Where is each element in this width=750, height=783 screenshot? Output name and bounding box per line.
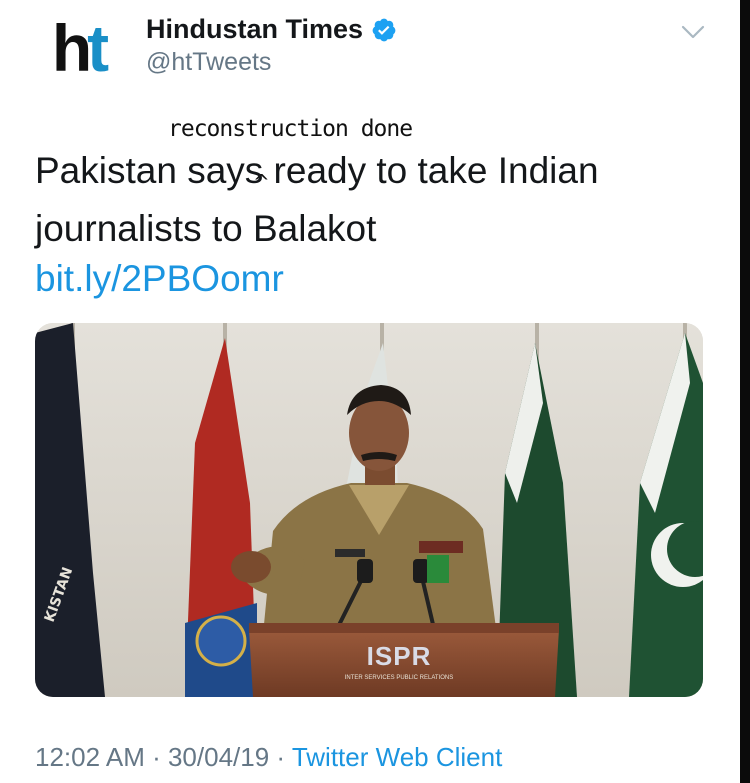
- podium-subtitle-text: INTER SERVICES PUBLIC RELATIONS: [345, 675, 453, 681]
- author-display-name[interactable]: Hindustan Times: [146, 14, 397, 45]
- chevron-down-icon[interactable]: [680, 22, 706, 42]
- author-name-text: Hindustan Times: [146, 14, 364, 44]
- tweet-link[interactable]: bit.ly/2PBOomr: [35, 258, 284, 300]
- podium-logo-text: ISPR: [367, 641, 432, 671]
- tweet-time[interactable]: 12:02 AM: [35, 742, 145, 772]
- window-edge: [740, 0, 750, 783]
- tweet-date[interactable]: 30/04/19: [168, 742, 269, 772]
- tweet-text: Pakistan says ready to take Indian journ…: [35, 150, 599, 249]
- tweet-photo[interactable]: KISTAN ISPR INTER SERVICES PUBLIC RELATI…: [35, 323, 703, 697]
- tweet-client[interactable]: Twitter Web Client: [292, 742, 502, 772]
- avatar[interactable]: ht: [30, 8, 126, 88]
- verified-badge-icon: [372, 18, 396, 41]
- tweet-metadata: 12:02 AM · 30/04/19 · Twitter Web Client: [35, 742, 502, 773]
- press-conference-image: KISTAN ISPR INTER SERVICES PUBLIC RELATI…: [35, 323, 703, 697]
- avatar-logo: ht: [51, 11, 109, 85]
- meta-separator-2: ·: [269, 742, 292, 772]
- author-handle[interactable]: @htTweets: [146, 48, 271, 77]
- handwritten-annotation: reconstruction done: [168, 116, 413, 142]
- meta-separator-1: ·: [144, 742, 168, 772]
